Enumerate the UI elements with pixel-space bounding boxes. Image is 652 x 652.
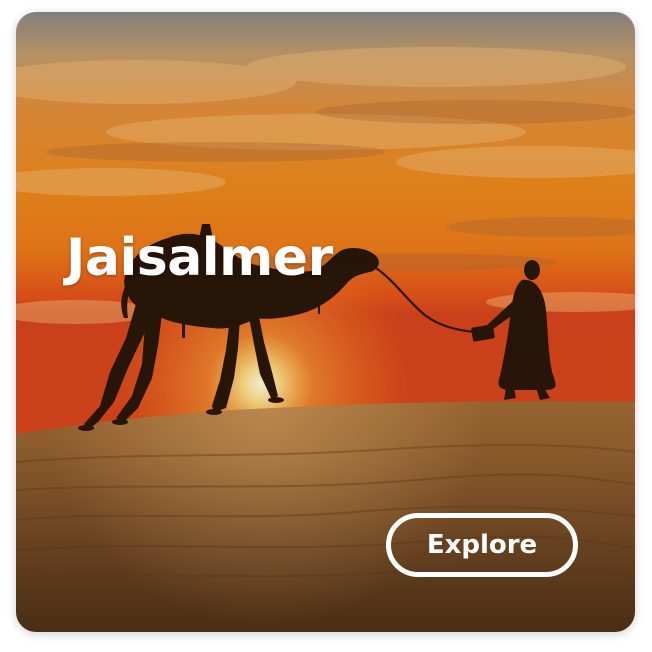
card-title: Jaisalmer <box>66 228 333 288</box>
explore-button[interactable]: Explore <box>386 513 578 577</box>
destination-card[interactable]: Jaisalmer Explore <box>16 12 635 632</box>
